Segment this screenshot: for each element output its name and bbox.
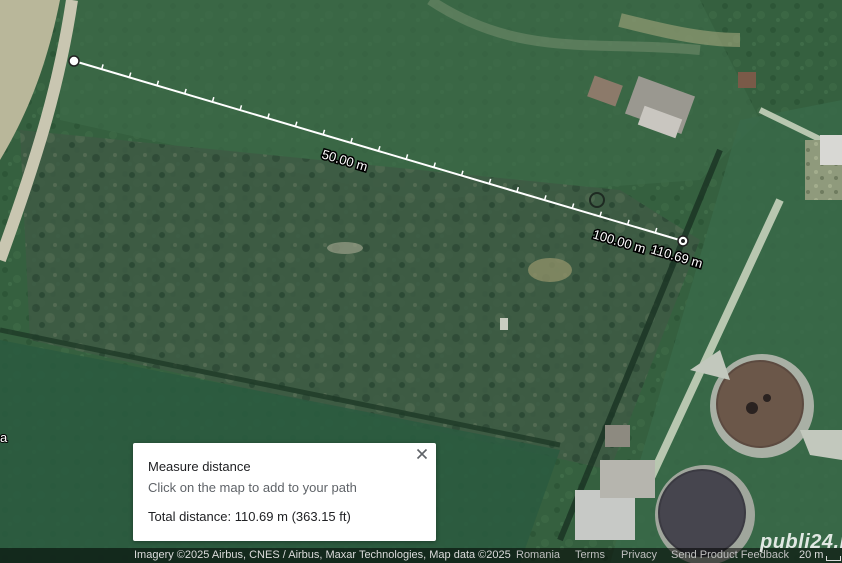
measure-start-point[interactable] [68,55,80,67]
watermark-logo: publi24.ro [760,531,842,553]
close-icon [416,448,428,460]
edge-letter: a [0,430,8,445]
imagery-attribution: Imagery ©2025 Airbus, CNES / Airbus, Max… [134,549,511,561]
privacy-link[interactable]: Privacy [621,549,657,561]
terms-link[interactable]: Terms [575,549,605,561]
panel-title: Measure distance [148,459,251,474]
map-footer: Imagery ©2025 Airbus, CNES / Airbus, Max… [0,548,842,563]
panel-hint: Click on the map to add to your path [148,480,357,495]
total-distance: Total distance: 110.69 m (363.15 ft) [148,509,351,524]
measure-distance-panel: Measure distance Click on the map to add… [133,443,436,541]
region-label[interactable]: Romania [516,549,560,561]
scale-bar [826,556,841,561]
close-button[interactable] [412,444,432,464]
